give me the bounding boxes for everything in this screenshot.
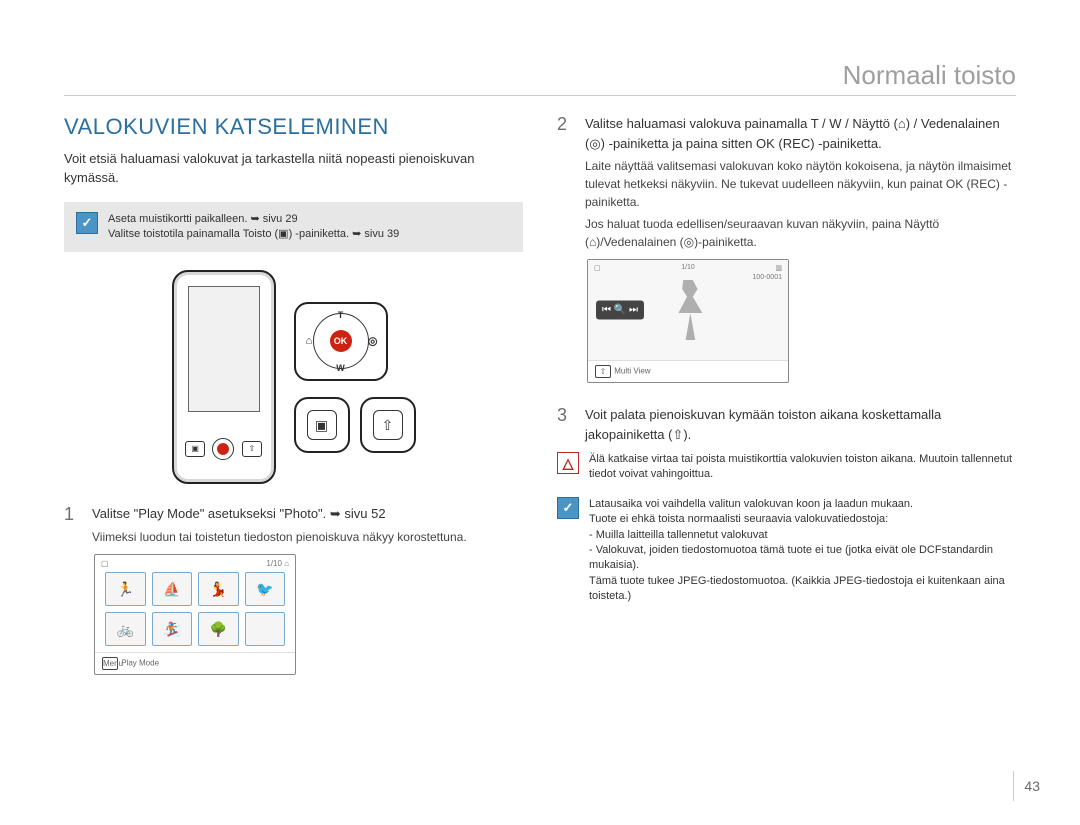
left-column: VALOKUVIEN KATSELEMINEN Voit etsiä halua… bbox=[64, 114, 523, 675]
note-line: Valitse toistotila painamalla Toisto (▣)… bbox=[108, 227, 399, 242]
camera-illustration: ▣ ⇧ bbox=[172, 270, 276, 484]
step-text: Valitse haluamasi valokuva painamalla T … bbox=[585, 114, 1016, 153]
info-bullet: - Valokuvat, joiden tiedostomuotoa tämä … bbox=[589, 543, 1016, 574]
right-column: 2 Valitse haluamasi valokuva painamalla … bbox=[557, 114, 1016, 675]
play-mode-icon: ▣ bbox=[307, 410, 337, 440]
step-number: 3 bbox=[557, 405, 573, 444]
info-bullet: - Muilla laitteilla tallennetut valokuva… bbox=[589, 528, 1016, 543]
photo-mode-icon: ▢ bbox=[101, 559, 109, 568]
step-bullet: Jos haluat tuoda edellisen/seuraavan kuv… bbox=[585, 215, 1016, 251]
camera-rec-button-icon bbox=[212, 438, 234, 460]
camera-play-button-icon: ▣ bbox=[185, 441, 205, 457]
check-icon: ✓ bbox=[76, 212, 98, 234]
step-subtext: Viimeksi luodun tai toistetun tiedoston … bbox=[92, 528, 467, 546]
thumb-bottom-label: Play Mode bbox=[121, 659, 159, 668]
warning-text: Älä katkaise virtaa tai poista muistikor… bbox=[589, 452, 1016, 483]
dpad-wide-label: W bbox=[336, 363, 345, 373]
note-line: Aseta muistikortti paikalleen. ➥ sivu 29 bbox=[108, 212, 399, 227]
prerequisite-note: ✓ Aseta muistikortti paikalleen. ➥ sivu … bbox=[64, 202, 523, 253]
share-button-panel: ⇧ bbox=[360, 397, 416, 453]
share-icon: ⇧ bbox=[595, 365, 611, 378]
dpad-panel: T W ⌂ ◎ OK bbox=[294, 302, 388, 381]
dpad-display-icon: ⌂ bbox=[306, 335, 313, 347]
dpad-tele-label: T bbox=[338, 310, 344, 320]
warning-note: △ Älä katkaise virtaa tai poista muistik… bbox=[557, 452, 1016, 483]
photo-silhouette bbox=[664, 280, 712, 340]
step-number: 1 bbox=[64, 504, 80, 546]
thumbnail-screen-illustration: ▢ 1/10 ⌂ 🏃⛵💃🐦 🚲🏂🌳 Menu Play Mode bbox=[94, 554, 296, 675]
zoom-overlay-icon: ⏮ 🔍 ⏭ bbox=[596, 301, 644, 320]
menu-icon: Menu bbox=[102, 657, 118, 670]
share-icon: ⇧ bbox=[373, 410, 403, 440]
page-header: Normaali toisto bbox=[64, 60, 1016, 96]
step-bullet: Laite näyttää valitsemasi valokuvan koko… bbox=[585, 157, 1016, 211]
info-line: Latausaika voi vaihdella valitun valokuv… bbox=[589, 497, 1016, 512]
photo-bottom-label: Multi View bbox=[614, 367, 650, 376]
fullscreen-photo-illustration: ▢ 1/10 ▥ 100-0001 ⏮ 🔍 ⏭ ⇧ Multi View bbox=[587, 259, 789, 383]
file-number: 100-0001 bbox=[752, 274, 782, 281]
info-icon: ✓ bbox=[557, 497, 579, 519]
photo-counter: 1/10 bbox=[681, 264, 695, 271]
intro-text: Voit etsiä haluamasi valokuvat ja tarkas… bbox=[64, 150, 523, 188]
dpad-ok-button: OK bbox=[330, 330, 352, 352]
camera-share-button-icon: ⇧ bbox=[242, 441, 262, 457]
info-note: ✓ Latausaika voi vaihdella valitun valok… bbox=[557, 497, 1016, 605]
warning-icon: △ bbox=[557, 452, 579, 474]
thumb-counter: 1/10 ⌂ bbox=[266, 559, 289, 568]
info-line: Tuote ei ehkä toista normaalisti seuraav… bbox=[589, 512, 1016, 527]
battery-icon: ▥ bbox=[775, 264, 782, 272]
photo-mode-icon: ▢ bbox=[594, 264, 601, 272]
page-number: 43 bbox=[1013, 771, 1040, 801]
step-text: Valitse "Play Mode" asetukseksi "Photo".… bbox=[92, 504, 467, 524]
step-number: 2 bbox=[557, 114, 573, 251]
dpad-underwater-icon: ◎ bbox=[368, 335, 378, 348]
step-text: Voit palata pienoiskuvan kymään toiston … bbox=[585, 405, 1016, 444]
play-button-panel: ▣ bbox=[294, 397, 350, 453]
section-title: VALOKUVIEN KATSELEMINEN bbox=[64, 114, 523, 140]
info-line: Tämä tuote tukee JPEG-tiedostomuotoa. (K… bbox=[589, 574, 1016, 605]
